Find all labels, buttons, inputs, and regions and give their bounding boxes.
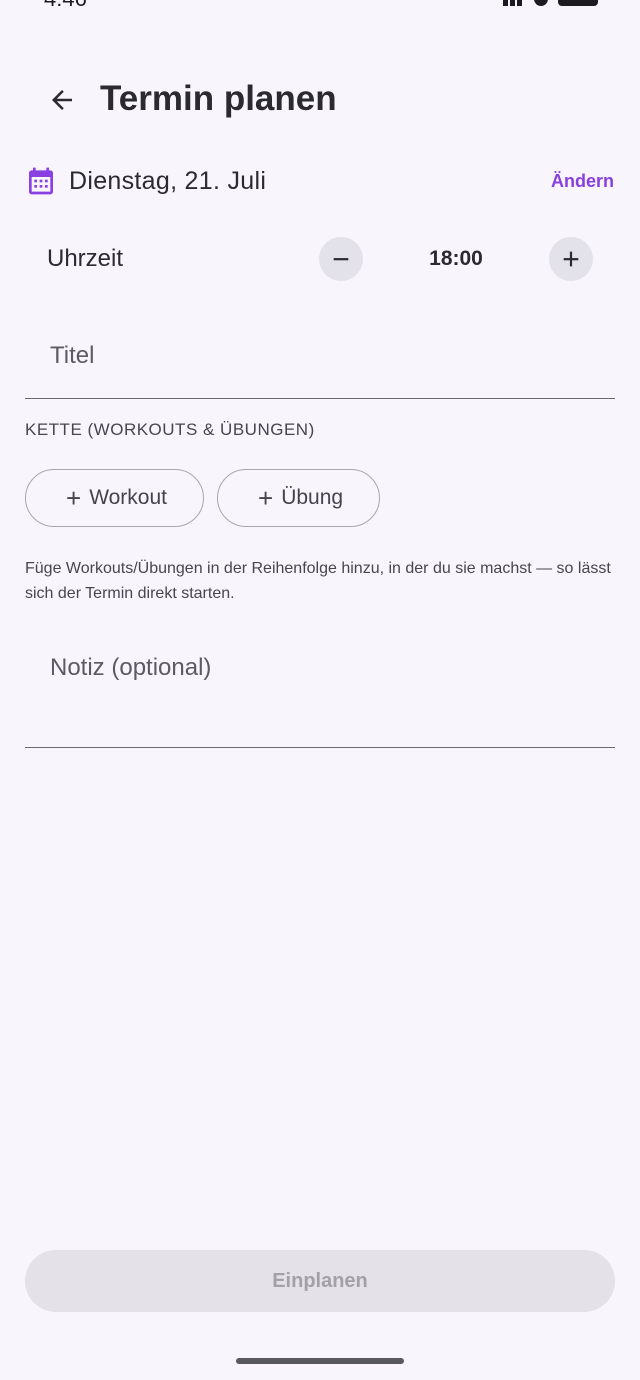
decrement-time-button[interactable] [319,237,363,281]
date-row: Dienstag, 21. Juli Ändern [25,160,614,202]
title-field[interactable]: Titel [25,314,615,399]
time-label: Uhrzeit [47,245,124,272]
page-title: Termin planen [100,79,337,118]
chain-actions: + Workout + Übung [25,469,381,527]
time-value: 18:00 [429,247,483,270]
date-value: Dienstag, 21. Juli [69,166,267,195]
arrow-left-icon [52,90,72,110]
status-icons [503,0,598,10]
status-bar: 4:46 [0,0,640,10]
back-button[interactable] [38,76,86,124]
increment-time-button[interactable] [549,237,593,281]
home-indicator [236,1358,404,1364]
plus-icon: + [66,483,82,513]
time-row: Uhrzeit 18:00 [47,236,593,282]
plus-icon: + [258,483,274,513]
wifi-icon [534,0,548,6]
plus-icon [563,251,579,267]
chain-hint: Füge Workouts/Übungen in der Reihenfolge… [25,560,611,602]
add-exercise-button[interactable]: + Übung [217,469,381,527]
add-workout-label: Workout [89,486,167,509]
note-field-placeholder: Notiz (optional) [50,654,212,681]
calendar-icon [29,167,53,195]
battery-icon [558,0,598,6]
title-field-placeholder: Titel [50,342,95,369]
add-exercise-label: Übung [281,486,344,509]
minus-icon [333,258,349,261]
add-workout-button[interactable]: + Workout [25,469,204,527]
signal-icon [503,0,524,10]
note-field[interactable]: Notiz (optional) [25,626,615,748]
chain-section-header: KETTE (WORKOUTS & ÜBUNGEN) [25,420,315,439]
status-time: 4:46 [44,0,87,10]
schedule-button[interactable]: Einplanen [25,1250,615,1312]
change-date-button[interactable]: Ändern [551,171,614,192]
top-app-bar: Termin planen [0,68,640,132]
